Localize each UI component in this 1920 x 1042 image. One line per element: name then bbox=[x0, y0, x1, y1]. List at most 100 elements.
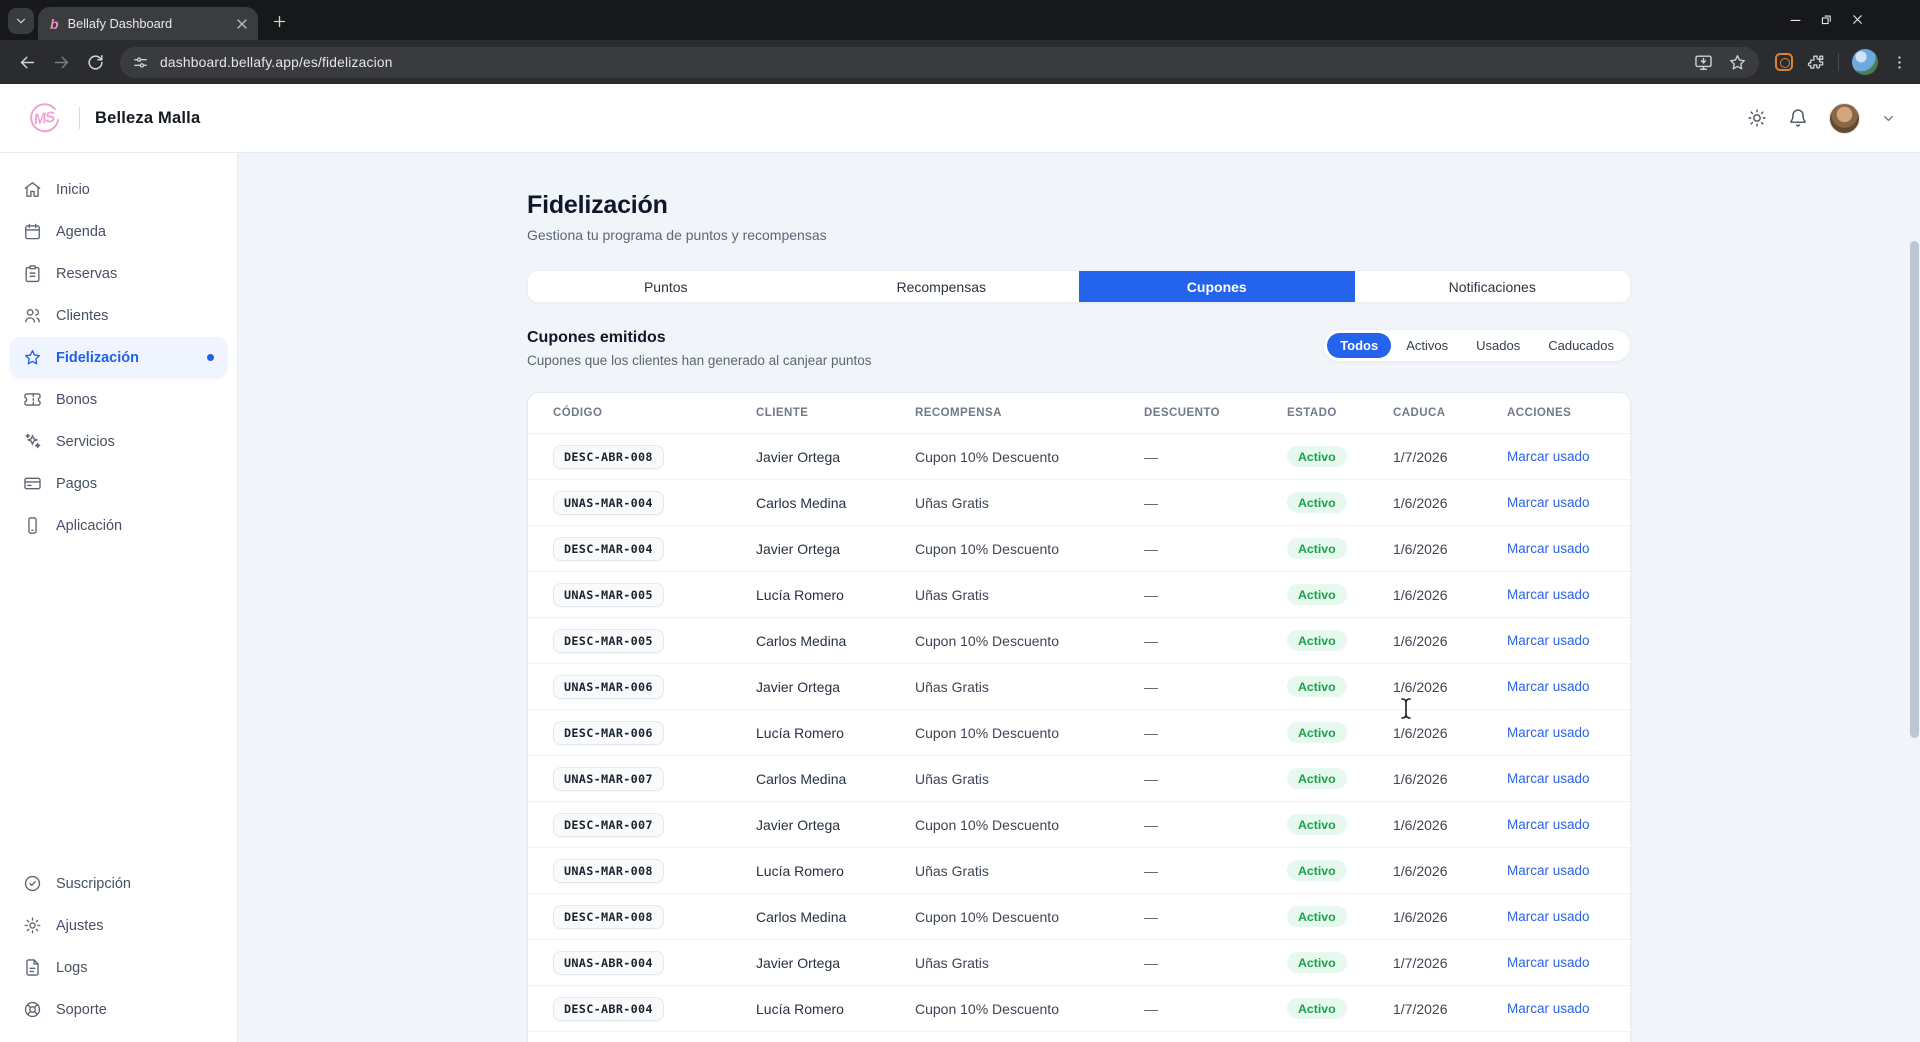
status-badge: Activo bbox=[1287, 676, 1347, 697]
tab-search-button[interactable] bbox=[8, 8, 34, 34]
table-header: CÓDIGOCLIENTERECOMPENSADESCUENTOESTADOCA… bbox=[528, 393, 1630, 434]
theme-toggle-icon[interactable] bbox=[1747, 108, 1767, 128]
header-actions bbox=[1747, 103, 1896, 134]
sidebar-footer-item[interactable]: Logs bbox=[10, 947, 227, 988]
browser-tab[interactable]: b Bellafy Dashboard bbox=[38, 7, 258, 40]
sidebar-footer-item[interactable]: Suscripción bbox=[10, 863, 227, 904]
extensions-icon[interactable] bbox=[1806, 53, 1825, 72]
page-title: Fidelización bbox=[527, 191, 1631, 220]
sidebar-footer-item[interactable]: Ajustes bbox=[10, 905, 227, 946]
tab-item[interactable]: Recompensas bbox=[804, 271, 1080, 302]
sidebar-item[interactable]: Agenda bbox=[10, 211, 227, 252]
app: MS Belleza Malla Inicio bbox=[0, 84, 1920, 1042]
tab-title: Bellafy Dashboard bbox=[68, 16, 234, 31]
new-tab-button[interactable] bbox=[266, 8, 292, 34]
mark-used-link[interactable]: Marcar usado bbox=[1507, 633, 1614, 648]
mark-used-link[interactable]: Marcar usado bbox=[1507, 1001, 1614, 1016]
table-row: DESC-ABR-008 Javier Ortega Cupon 10% Des… bbox=[528, 434, 1630, 480]
notifications-bell-icon[interactable] bbox=[1788, 108, 1808, 128]
reward-name: Cupon 10% Descuento bbox=[915, 1001, 1144, 1017]
sidebar-item[interactable]: Fidelización bbox=[10, 337, 227, 378]
client-name: Lucía Romero bbox=[756, 1001, 915, 1017]
expiry-date: 1/7/2026 bbox=[1393, 1001, 1507, 1017]
sidebar-item[interactable]: Aplicación bbox=[10, 505, 227, 546]
minimize-button[interactable] bbox=[1784, 8, 1806, 30]
reward-name: Uñas Gratis bbox=[915, 863, 1144, 879]
filter-pill[interactable]: Caducados bbox=[1535, 333, 1627, 358]
sidebar-item-label: Soporte bbox=[56, 1002, 107, 1018]
filter-pill[interactable]: Usados bbox=[1463, 333, 1533, 358]
forward-button[interactable] bbox=[44, 45, 78, 79]
mark-used-link[interactable]: Marcar usado bbox=[1507, 771, 1614, 786]
back-button[interactable] bbox=[10, 45, 44, 79]
mark-used-link[interactable]: Marcar usado bbox=[1507, 817, 1614, 832]
brand-divider bbox=[79, 107, 80, 129]
expiry-date: 1/7/2026 bbox=[1393, 449, 1507, 465]
tab-item[interactable]: Notificaciones bbox=[1355, 271, 1631, 302]
reward-name: Uñas Gratis bbox=[915, 955, 1144, 971]
chevron-down-icon bbox=[14, 14, 28, 28]
password-extension-icon[interactable] bbox=[1775, 53, 1793, 71]
address-bar[interactable]: dashboard.bellafy.app/es/fidelizacion bbox=[120, 47, 1759, 78]
sidebar-item[interactable]: Bonos bbox=[10, 379, 227, 420]
client-name: Carlos Medina bbox=[756, 495, 915, 511]
sidebar-footer-item[interactable]: Soporte bbox=[10, 989, 227, 1030]
close-window-button[interactable] bbox=[1846, 8, 1868, 30]
reload-button[interactable] bbox=[78, 45, 112, 79]
coupon-code: DESC-MAR-007 bbox=[553, 813, 664, 837]
star-icon bbox=[23, 348, 42, 367]
mark-used-link[interactable]: Marcar usado bbox=[1507, 449, 1614, 464]
browser-tabstrip: b Bellafy Dashboard bbox=[0, 0, 1920, 40]
sidebar-item[interactable]: Reservas bbox=[10, 253, 227, 294]
mark-used-link[interactable]: Marcar usado bbox=[1507, 679, 1614, 694]
account-chevron-icon[interactable] bbox=[1881, 111, 1896, 126]
discount-value: — bbox=[1144, 633, 1287, 649]
mark-used-link[interactable]: Marcar usado bbox=[1507, 587, 1614, 602]
plus-icon bbox=[271, 13, 288, 30]
client-name: Carlos Medina bbox=[756, 909, 915, 925]
tab-item[interactable]: Cupones bbox=[1079, 271, 1355, 302]
site-settings-icon[interactable] bbox=[132, 54, 149, 71]
install-app-icon[interactable] bbox=[1694, 53, 1713, 72]
filter-pill[interactable]: Activos bbox=[1393, 333, 1461, 358]
mark-used-link[interactable]: Marcar usado bbox=[1507, 955, 1614, 970]
reward-name: Cupon 10% Descuento bbox=[915, 909, 1144, 925]
tab-close-icon[interactable] bbox=[234, 16, 250, 32]
sidebar-item[interactable]: Pagos bbox=[10, 463, 227, 504]
expiry-date: 1/6/2026 bbox=[1393, 817, 1507, 833]
status-filters: TodosActivosUsadosCaducados bbox=[1323, 329, 1631, 362]
coupon-code: UNAS-ABR-004 bbox=[553, 951, 664, 975]
mark-used-link[interactable]: Marcar usado bbox=[1507, 863, 1614, 878]
sidebar-item[interactable]: Clientes bbox=[10, 295, 227, 336]
expiry-date: 1/6/2026 bbox=[1393, 495, 1507, 511]
bookmark-icon[interactable] bbox=[1728, 53, 1747, 72]
reward-name: Uñas Gratis bbox=[915, 771, 1144, 787]
user-avatar[interactable] bbox=[1829, 103, 1860, 134]
restore-button[interactable] bbox=[1815, 8, 1837, 30]
life-buoy-icon bbox=[23, 1000, 42, 1019]
column-header: CADUCA bbox=[1393, 407, 1507, 419]
app-header: MS Belleza Malla bbox=[0, 84, 1920, 153]
tab-item[interactable]: Puntos bbox=[528, 271, 804, 302]
mark-used-link[interactable]: Marcar usado bbox=[1507, 541, 1614, 556]
coupon-code: DESC-ABR-004 bbox=[553, 997, 664, 1021]
coupons-table: CÓDIGOCLIENTERECOMPENSADESCUENTOESTADOCA… bbox=[527, 392, 1631, 1042]
status-badge: Activo bbox=[1287, 722, 1347, 743]
browser-profile-avatar[interactable] bbox=[1852, 49, 1878, 75]
mark-used-link[interactable]: Marcar usado bbox=[1507, 725, 1614, 740]
coupon-code: UNAS-MAR-005 bbox=[553, 583, 664, 607]
sidebar-item-label: Fidelización bbox=[56, 350, 139, 366]
discount-value: — bbox=[1144, 587, 1287, 603]
reward-name: Uñas Gratis bbox=[915, 495, 1144, 511]
browser-menu-icon[interactable] bbox=[1891, 54, 1908, 71]
discount-value: — bbox=[1144, 817, 1287, 833]
mark-used-link[interactable]: Marcar usado bbox=[1507, 495, 1614, 510]
sidebar-item[interactable]: Inicio bbox=[10, 169, 227, 210]
client-name: Lucía Romero bbox=[756, 587, 915, 603]
sidebar-item[interactable]: Servicios bbox=[10, 421, 227, 462]
mark-used-link[interactable]: Marcar usado bbox=[1507, 909, 1614, 924]
filter-pill[interactable]: Todos bbox=[1327, 333, 1391, 358]
table-row: UNAS-MAR-007 Carlos Medina Uñas Gratis —… bbox=[528, 756, 1630, 802]
page-scrollbar[interactable] bbox=[1910, 241, 1919, 738]
status-badge: Activo bbox=[1287, 584, 1347, 605]
